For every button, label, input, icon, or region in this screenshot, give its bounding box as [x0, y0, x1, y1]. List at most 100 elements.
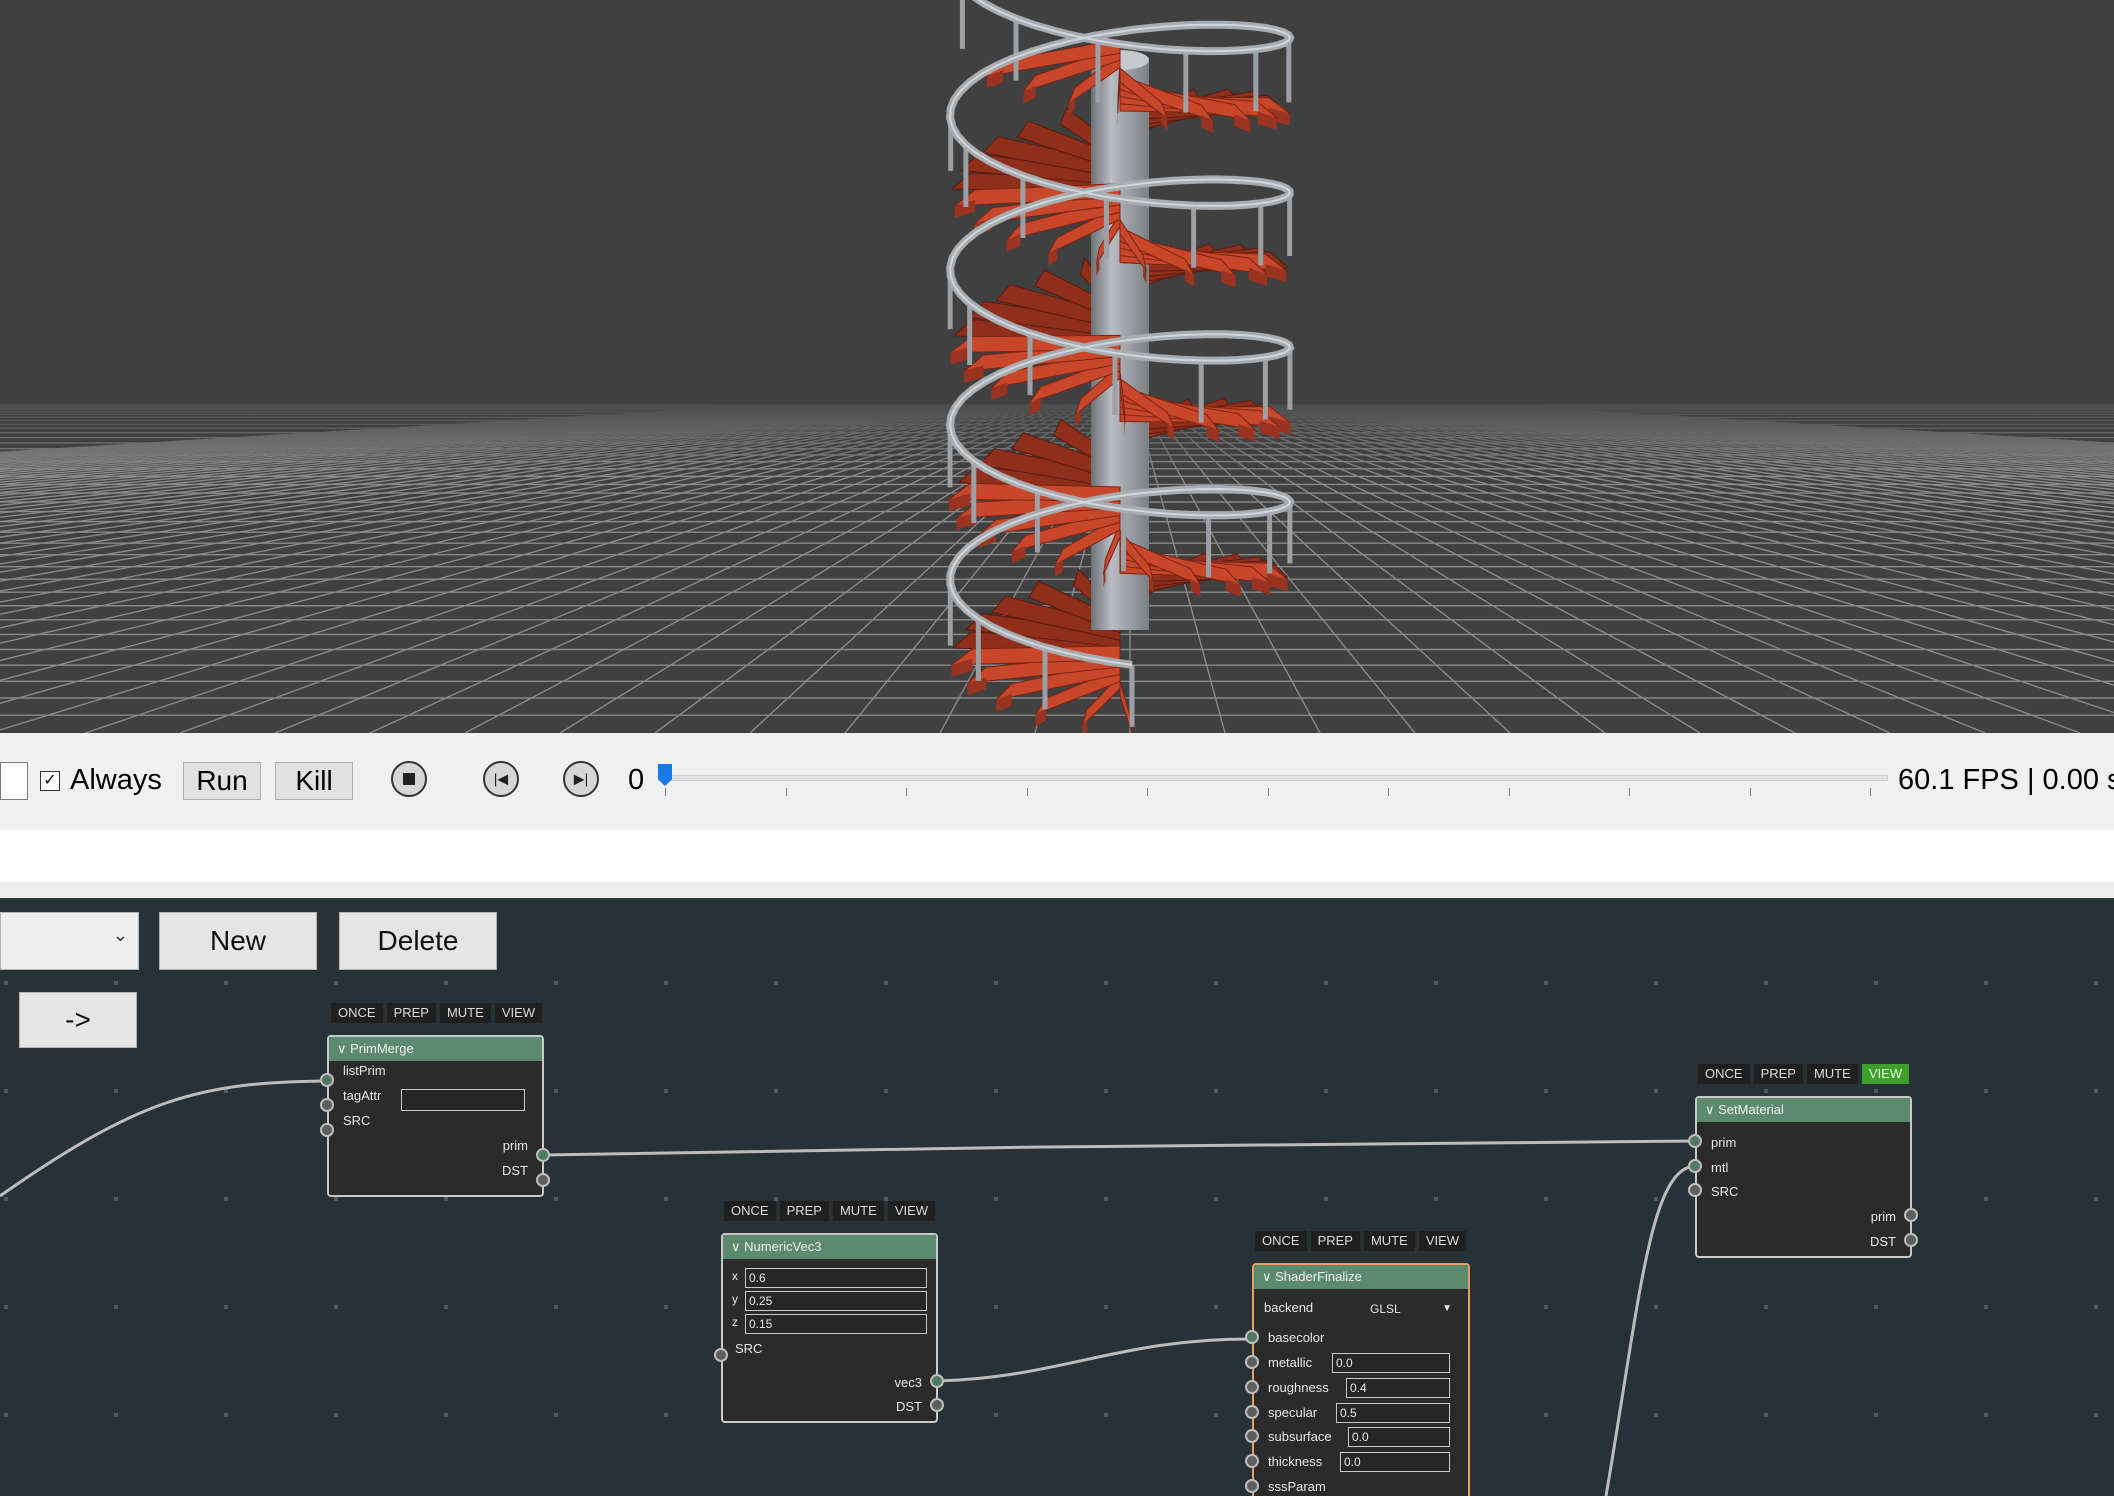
primmerge-prep-button[interactable]: PREP	[386, 1003, 436, 1023]
link-primmerge-to-setmaterial	[542, 1139, 1697, 1157]
shaderfinalize-once-button[interactable]: ONCE	[1255, 1231, 1307, 1251]
stop-button[interactable]	[391, 761, 427, 797]
port-label: prim	[502, 1138, 528, 1153]
numericvec3-vec3-out-port[interactable]	[930, 1374, 944, 1388]
setmaterial-src-port[interactable]	[1688, 1183, 1702, 1197]
numericvec3-node[interactable]: ∨ NumericVec3 x 0.6 y 0.25 z 0.15 SRC ve…	[721, 1233, 938, 1423]
shaderfinalize-title: ShaderFinalize	[1275, 1269, 1362, 1284]
chevron-down-icon: ∨	[731, 1239, 745, 1254]
numericvec3-src-port[interactable]	[714, 1348, 728, 1362]
timeline-tick	[1267, 788, 1269, 796]
tagattr-input[interactable]	[401, 1089, 525, 1111]
kill-button[interactable]: Kill	[275, 762, 353, 800]
node-graph-editor[interactable]: ⌄ New Delete -> ONCE PREP MUTE VIEW ∨ Pr…	[0, 898, 2114, 1496]
primmerge-tagattr-port[interactable]	[320, 1098, 334, 1112]
roughness-input[interactable]: 0.4	[1346, 1378, 1450, 1398]
shaderfinalize-roughness-port[interactable]	[1245, 1380, 1259, 1394]
timeline-tick	[785, 788, 787, 796]
primmerge-once-button[interactable]: ONCE	[331, 1003, 383, 1023]
shaderfinalize-node[interactable]: ∨ ShaderFinalize backend GLSL ▼ basecolor…	[1252, 1263, 1470, 1496]
y-label: y	[732, 1292, 738, 1306]
timeline-tick	[1508, 788, 1510, 796]
port-label: mtl	[1711, 1160, 1729, 1175]
timeline-tick	[1147, 788, 1148, 796]
specular-input[interactable]: 0.5	[1336, 1403, 1450, 1423]
step-back-icon: |◀	[493, 770, 509, 787]
shaderfinalize-metallic-port[interactable]	[1245, 1355, 1259, 1369]
numericvec3-dst-port[interactable]	[930, 1398, 944, 1412]
primmerge-mute-button[interactable]: MUTE	[439, 1003, 491, 1023]
shaderfinalize-specular-port[interactable]	[1245, 1405, 1259, 1419]
port-label: specular	[1268, 1405, 1318, 1420]
frame-counter: 0	[628, 764, 645, 796]
timeline-track[interactable]	[660, 775, 1888, 781]
thickness-input[interactable]: 0.0	[1340, 1452, 1450, 1472]
metallic-input[interactable]: 0.0	[1332, 1353, 1450, 1373]
x-input[interactable]: 0.6	[745, 1268, 927, 1288]
chevron-down-icon: ⌄	[112, 925, 128, 945]
primmerge-src-port[interactable]	[320, 1123, 334, 1137]
timeline-tick	[1026, 788, 1028, 796]
primmerge-node[interactable]: ∨ PrimMerge listPrim tagAttr SRC prim DS…	[327, 1035, 544, 1197]
setmaterial-node[interactable]: ∨ SetMaterial prim mtl SRC prim DST	[1695, 1096, 1912, 1258]
port-label: roughness	[1268, 1380, 1329, 1395]
delete-graph-button[interactable]: Delete	[339, 912, 497, 970]
port-label: thickness	[1268, 1454, 1323, 1469]
numericvec3-title: NumericVec3	[744, 1239, 822, 1254]
port-label: SRC	[735, 1341, 763, 1356]
primmerge-listprim-port[interactable]	[320, 1073, 334, 1087]
y-input[interactable]: 0.25	[745, 1291, 927, 1311]
frame-input-partial[interactable]	[0, 762, 28, 800]
shaderfinalize-prep-button[interactable]: PREP	[1310, 1231, 1360, 1251]
timeline-tick	[665, 788, 666, 796]
setmaterial-dst-port[interactable]	[1904, 1233, 1918, 1247]
arrow-button[interactable]: ->	[19, 992, 137, 1048]
setmaterial-view-button[interactable]: VIEW	[1861, 1064, 1910, 1084]
subsurface-input[interactable]: 0.0	[1348, 1427, 1450, 1447]
port-label: DST	[1870, 1234, 1896, 1249]
viewport-canvas[interactable]	[0, 0, 2114, 733]
shaderfinalize-header[interactable]: ∨ ShaderFinalize	[1254, 1265, 1468, 1289]
run-button[interactable]: Run	[183, 762, 261, 800]
graph-selector-dropdown[interactable]: ⌄	[0, 912, 139, 970]
setmaterial-header[interactable]: ∨ SetMaterial	[1697, 1098, 1910, 1122]
numericvec3-header[interactable]: ∨ NumericVec3	[723, 1235, 936, 1259]
primmerge-view-button[interactable]: VIEW	[494, 1003, 543, 1023]
numericvec3-once-button[interactable]: ONCE	[724, 1201, 776, 1221]
shaderfinalize-view-button[interactable]: VIEW	[1418, 1231, 1467, 1251]
primmerge-header[interactable]: ∨ PrimMerge	[329, 1037, 542, 1061]
3d-viewport[interactable]	[0, 0, 2114, 733]
z-input[interactable]: 0.15	[745, 1314, 927, 1334]
primmerge-dst-port[interactable]	[536, 1173, 550, 1187]
step-forward-button[interactable]: ▶|	[563, 761, 599, 797]
numericvec3-toolbar: ONCE PREP MUTE VIEW	[724, 1201, 936, 1221]
shaderfinalize-thickness-port[interactable]	[1245, 1454, 1259, 1468]
port-label: prim	[1711, 1135, 1737, 1150]
shaderfinalize-subsurface-port[interactable]	[1245, 1429, 1259, 1443]
fps-readout: 60.1 FPS | 0.00 se	[1898, 764, 2114, 796]
step-back-button[interactable]: |◀	[483, 761, 519, 797]
x-label: x	[732, 1269, 738, 1283]
timeline-tick	[1749, 788, 1751, 796]
primmerge-prim-out-port[interactable]	[536, 1148, 550, 1162]
shaderfinalize-sssparam-port[interactable]	[1245, 1479, 1259, 1493]
shaderfinalize-basecolor-port[interactable]	[1245, 1330, 1259, 1344]
setmaterial-mute-button[interactable]: MUTE	[1806, 1064, 1858, 1084]
setmaterial-prim-out-port[interactable]	[1904, 1208, 1918, 1222]
port-label: basecolor	[1268, 1330, 1325, 1345]
z-label: z	[732, 1315, 738, 1329]
new-graph-button[interactable]: New	[159, 912, 317, 970]
primmerge-toolbar: ONCE PREP MUTE VIEW	[331, 1003, 543, 1023]
setmaterial-once-button[interactable]: ONCE	[1698, 1064, 1750, 1084]
numericvec3-mute-button[interactable]: MUTE	[832, 1201, 884, 1221]
shaderfinalize-mute-button[interactable]: MUTE	[1363, 1231, 1415, 1251]
port-label: prim	[1870, 1209, 1896, 1224]
backend-select[interactable]: GLSL ▼	[1370, 1301, 1456, 1317]
setmaterial-prep-button[interactable]: PREP	[1753, 1064, 1803, 1084]
stop-icon	[403, 773, 415, 785]
always-checkbox[interactable]: ✓	[40, 771, 60, 791]
setmaterial-prim-port[interactable]	[1688, 1134, 1702, 1148]
numericvec3-prep-button[interactable]: PREP	[779, 1201, 829, 1221]
setmaterial-mtl-port[interactable]	[1688, 1159, 1702, 1173]
numericvec3-view-button[interactable]: VIEW	[887, 1201, 936, 1221]
